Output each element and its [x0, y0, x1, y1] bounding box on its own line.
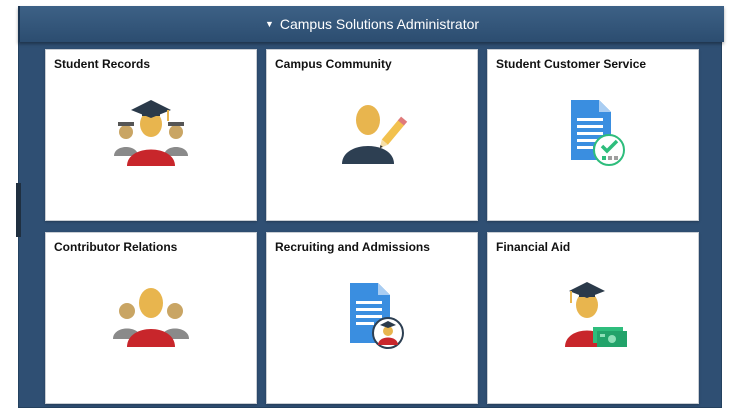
tile-financial-aid[interactable]: Financial Aid	[487, 232, 699, 404]
caret-down-icon: ▼	[264, 19, 274, 29]
tile-title: Student Records	[54, 57, 151, 71]
homepage-selector[interactable]: ▼ Campus Solutions Administrator	[18, 6, 724, 42]
document-checkmark-icon	[571, 100, 625, 166]
graduate-money-icon	[565, 282, 627, 347]
tile-contributor-relations[interactable]: Contributor Relations	[45, 232, 257, 404]
document-graduate-icon	[350, 283, 404, 349]
person-group-icon	[113, 288, 189, 347]
person-pencil-icon	[342, 105, 408, 164]
graduate-group-icon	[114, 100, 188, 166]
tile-recruiting-and-admissions[interactable]: Recruiting and Admissions	[266, 232, 478, 404]
tile-student-customer-service[interactable]: Student Customer Service	[487, 49, 699, 221]
tile-student-records[interactable]: Student Records	[45, 49, 257, 221]
tile-title: Contributor Relations	[54, 240, 178, 254]
tile-title: Recruiting and Admissions	[275, 240, 430, 254]
homepage-title: Campus Solutions Administrator	[279, 16, 480, 32]
side-panel-handle[interactable]	[16, 183, 21, 237]
tile-title: Student Customer Service	[496, 57, 647, 71]
tile-campus-community[interactable]: Campus Community	[266, 49, 478, 221]
tile-title: Financial Aid	[496, 240, 571, 254]
tile-title: Campus Community	[275, 57, 392, 71]
